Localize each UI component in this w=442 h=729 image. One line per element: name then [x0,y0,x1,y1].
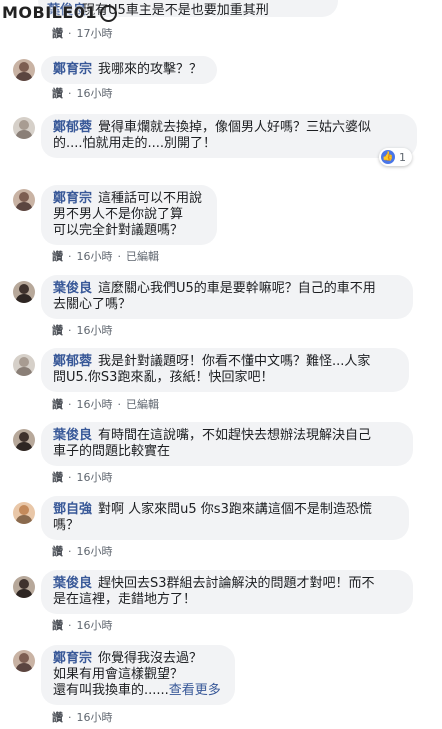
site-logo-text: MOBILE01 [2,2,98,22]
comment-bubble: 鄧自強 對啊 人家來問u5 你s3跑來講這個不是制造恐慌 嗎？ [41,496,409,540]
comment-author[interactable]: 鄭育宗 [53,62,92,77]
comment-meta: 讚 · 16小時 [52,324,113,337]
comment-text-line-2: 嗎？ [53,518,80,533]
comment-text-line-1: 有時間在這說嘴，不如趕快去想辦法現解決自己 [98,428,372,443]
comment-text-line-1: 這種話可以不用說 [98,191,203,206]
like-link[interactable]: 讚 [52,619,63,632]
like-link[interactable]: 讚 [52,471,63,484]
like-link[interactable]: 讚 [52,324,63,337]
avatar[interactable] [13,502,35,524]
timestamp[interactable]: 16小時 [77,545,113,558]
timestamp[interactable]: 16小時 [77,471,113,484]
comment-meta: 讚 · 16小時 [52,545,113,558]
comment-bubble: 鄭郁蓉 覺得車爛就去換掉，像個男人好嗎？三姑六婆似 的....怕就用走的....別… [41,114,417,158]
comment-bubble: 葉俊良 趕快回去S3群組去討論解決的問題才對吧！而不 是在這裡，走錯地方了！ [41,570,413,614]
avatar[interactable] [13,117,35,139]
comment-meta: 讚 · 16小時 · 已編輯 [52,250,159,263]
comment-author[interactable]: 鄭育宗 [53,651,92,666]
comment-author[interactable]: 葉俊良 [53,428,92,443]
comment-text-line-1: 覺得車爛就去換掉，像個男人好嗎？三姑六婆似 [98,120,372,135]
avatar[interactable] [13,354,35,376]
like-link[interactable]: 讚 [52,711,63,724]
comment-bubble: 鄭郁蓉 我是針對議題呀！你看不懂中文嗎？難怪...人家 問U5.你S3跑來亂，孩紙… [41,348,409,392]
timestamp[interactable]: 16小時 [77,324,113,337]
comment-text-line-2: 去關心了嗎？ [53,297,132,312]
comment-text-line-1: 趕快回去S3群組去討論解決的問題才對吧！而不 [98,576,375,591]
site-logo: MOBILE01 [2,0,118,24]
avatar[interactable] [13,59,35,81]
comment-text-line-3: 可以完全針對議題嗎？ [53,223,184,238]
avatar[interactable] [13,650,35,672]
like-link[interactable]: 讚 [52,250,63,263]
comment-author[interactable]: 葉俊良 [53,576,92,591]
comment-meta: 讚 · 16小時 · 已編輯 [52,398,159,411]
comment-text-line-2: 是在這裡，走錯地方了！ [53,592,197,607]
logo-ring-icon [100,4,118,22]
like-link[interactable]: 讚 [52,398,63,411]
comment-text-line-2: 男不男人不是你說了算 [53,207,184,222]
like-link[interactable]: 讚 [52,545,63,558]
avatar[interactable] [13,576,35,598]
comment-text-line-2: 車子的問題比較實在 [53,444,171,459]
reaction-badge[interactable]: 👍 1 [379,148,412,166]
comment-text-line-1: 對啊 人家來問u5 你s3跑來講這個不是制造恐慌 [98,502,372,517]
edited-label[interactable]: 已編輯 [126,398,159,411]
comment-text-line-1: 這麼關心我們U5的車是要幹嘛呢？自己的車不用 [98,281,376,296]
comment-meta: 讚 · 16小時 [52,619,113,632]
comment-text-line-3: 還有叫我換車的...... [53,683,169,698]
comment-text-line-2: 的....怕就用走的....別開了！ [53,136,217,151]
comment-meta: 讚 · 16小時 [52,87,113,100]
avatar[interactable] [13,429,35,451]
comment-meta: 讚 · 17小時 [52,27,113,40]
timestamp[interactable]: 16小時 [77,87,113,100]
comment-bubble: 葉俊良 這麼關心我們U5的車是要幹嘛呢？自己的車不用 去關心了嗎？ [41,275,413,319]
comment-text-line-1: 你覺得我沒去過？ [98,651,203,666]
timestamp[interactable]: 16小時 [77,711,113,724]
comment-author[interactable]: 鄭郁蓉 [53,354,92,369]
comment-author[interactable]: 葉俊良 [53,281,92,296]
timestamp[interactable]: 16小時 [77,250,113,263]
comment-meta: 讚 · 16小時 [52,711,113,724]
thumbs-up-icon: 👍 [381,150,395,164]
comment-text: 我哪來的攻擊？？ [98,62,203,77]
avatar[interactable] [13,281,35,303]
comment-meta: 讚 · 16小時 [52,471,113,484]
comment-bubble: 鄭育宗 你覺得我沒去過？ 如果有用會這樣觀望？ 還有叫我換車的......查看更多 [41,645,235,705]
edited-label[interactable]: 已編輯 [126,250,159,263]
timestamp[interactable]: 17小時 [77,27,113,40]
like-link[interactable]: 讚 [52,87,63,100]
timestamp[interactable]: 16小時 [77,619,113,632]
comment-bubble: 鄭育宗 這種話可以不用說 男不男人不是你說了算 可以完全針對議題嗎？ [41,185,217,245]
see-more-link[interactable]: 查看更多 [169,683,221,698]
comment-text-line-2: 如果有用會這樣觀望？ [53,667,184,682]
comment-bubble: 鄭育宗 我哪來的攻擊？？ [41,56,217,84]
reaction-count: 1 [399,150,406,164]
comment-text-line-2: 問U5.你S3跑來亂，孩紙！快回家吧！ [53,370,274,385]
comment-author[interactable]: 鄧自強 [53,502,92,517]
comment-author[interactable]: 鄭郁蓉 [53,120,92,135]
avatar[interactable] [13,189,35,211]
comment-bubble: 葉俊良 有時間在這說嘴，不如趕快去想辦法現解決自己 車子的問題比較實在 [41,422,413,466]
timestamp[interactable]: 16小時 [77,398,113,411]
like-link[interactable]: 讚 [52,27,63,40]
comment-text-line-1: 我是針對議題呀！你看不懂中文嗎？難怪...人家 [98,354,371,369]
comment-author[interactable]: 鄭育宗 [53,191,92,206]
